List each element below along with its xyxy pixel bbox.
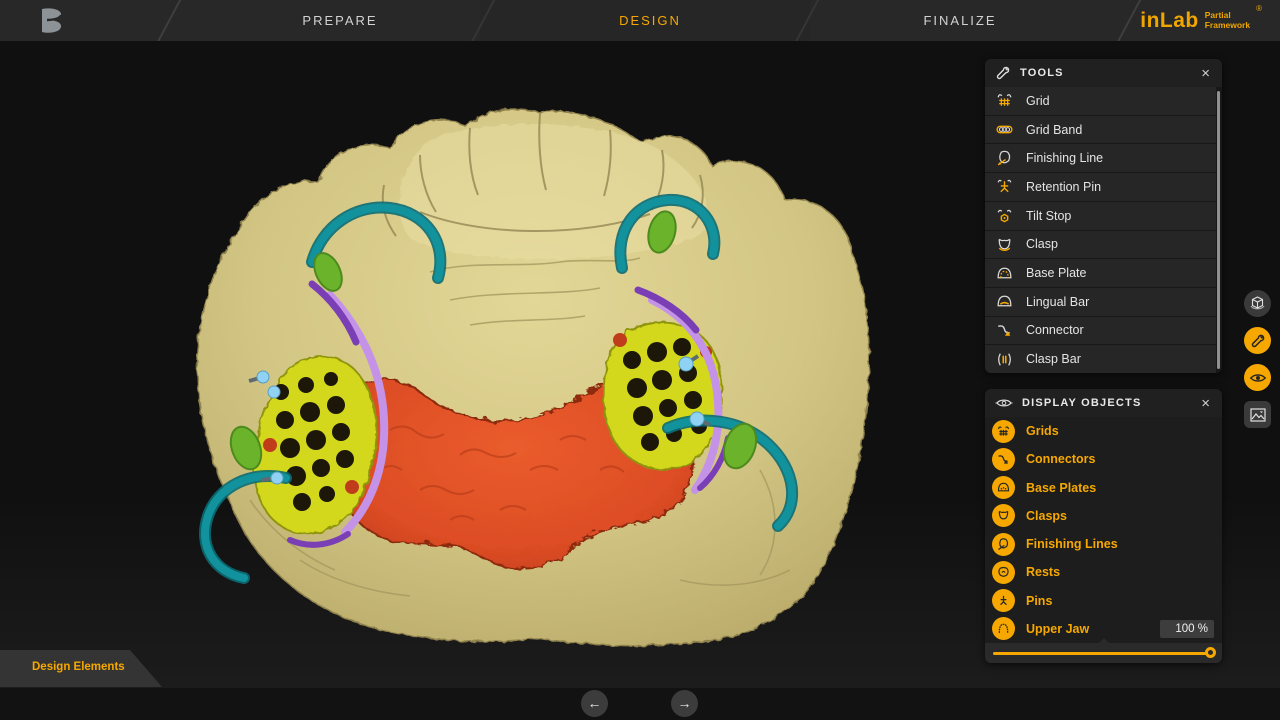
- brand-product-line2: Framework: [1205, 21, 1250, 31]
- tool-item-finishing-line[interactable]: Finishing Line: [985, 144, 1216, 172]
- tools-scrollbar[interactable]: [1217, 91, 1220, 369]
- tilt-stop-icon: [995, 206, 1014, 225]
- lingual-bar-icon: [995, 292, 1014, 311]
- clasps-icon: [992, 504, 1015, 527]
- display-objects-toggle-button[interactable]: [1244, 364, 1271, 391]
- clasp-bar-icon: [995, 350, 1014, 369]
- wrench-icon: [1250, 333, 1266, 349]
- tool-item-connector[interactable]: Connector: [985, 317, 1216, 345]
- display-item-clasps[interactable]: Clasps: [985, 502, 1222, 530]
- tools-panel: TOOLS × Grid Grid Band F: [985, 59, 1222, 373]
- slider-knob[interactable]: [1205, 647, 1216, 658]
- tool-item-lingual-bar[interactable]: Lingual Bar: [985, 288, 1216, 316]
- connector-icon: [995, 321, 1014, 340]
- tool-item-clasp[interactable]: Clasp: [985, 231, 1216, 259]
- undo-button[interactable]: ←: [581, 690, 608, 717]
- upper-jaw-opacity-slider[interactable]: [985, 643, 1222, 663]
- display-item-base-plates[interactable]: Base Plates: [985, 474, 1222, 502]
- display-item-pins[interactable]: Pins: [985, 587, 1222, 615]
- tools-toggle-button[interactable]: [1244, 327, 1271, 354]
- inlab-wordmark: inLab: [1140, 9, 1199, 33]
- registered-mark: ®: [1256, 4, 1262, 13]
- clasp-icon: [995, 235, 1014, 254]
- image-icon: [1250, 408, 1266, 422]
- display-panel-title: DISPLAY OBJECTS: [1022, 397, 1190, 409]
- bottom-bar: [0, 688, 1280, 720]
- top-bar: PREPARE DESIGN FINALIZE inLab Partial Fr…: [0, 0, 1280, 41]
- tool-item-tilt-stop[interactable]: Tilt Stop: [985, 202, 1216, 230]
- connectors-icon: [992, 448, 1015, 471]
- tools-panel-title: TOOLS: [1020, 67, 1190, 79]
- grid-band-icon: [995, 120, 1014, 139]
- view-cube-button[interactable]: [1244, 290, 1271, 317]
- tool-item-retention-pin[interactable]: Retention Pin: [985, 173, 1216, 201]
- tool-item-base-plate[interactable]: Base Plate: [985, 259, 1216, 287]
- finishing-lines-icon: [992, 533, 1015, 556]
- tool-item-clasp-bar[interactable]: Clasp Bar: [985, 345, 1216, 373]
- upper-jaw-icon: [992, 617, 1015, 640]
- display-close-icon[interactable]: ×: [1199, 396, 1212, 411]
- upper-jaw-opacity-value: 100 %: [1160, 620, 1214, 638]
- redo-button[interactable]: →: [671, 690, 698, 717]
- slider-notch: [1099, 638, 1109, 643]
- design-elements-label: Design Elements: [32, 661, 125, 673]
- finishing-line-icon: [995, 149, 1014, 168]
- topbar-divider: [156, 0, 181, 44]
- grid-icon: [995, 91, 1014, 110]
- display-panel-header: DISPLAY OBJECTS ×: [985, 389, 1222, 417]
- tab-prepare[interactable]: PREPARE: [230, 0, 450, 41]
- display-item-finishing-lines[interactable]: Finishing Lines: [985, 530, 1222, 558]
- retention-pin-icon: [995, 177, 1014, 196]
- pins-icon: [992, 589, 1015, 612]
- rests-icon: [992, 561, 1015, 584]
- tools-panel-header: TOOLS ×: [985, 59, 1222, 87]
- eye-icon: [1249, 371, 1267, 385]
- eye-icon: [995, 396, 1013, 410]
- display-item-rests[interactable]: Rests: [985, 558, 1222, 586]
- sirona-logo: [38, 8, 66, 34]
- display-item-connectors[interactable]: Connectors: [985, 445, 1222, 473]
- tool-item-grid-band[interactable]: Grid Band: [985, 116, 1216, 144]
- tool-item-grid[interactable]: Grid: [985, 87, 1216, 115]
- display-objects-panel: DISPLAY OBJECTS × Grids Connectors Base …: [985, 389, 1222, 663]
- wrench-icon: [995, 65, 1011, 81]
- tab-finalize[interactable]: FINALIZE: [850, 0, 1070, 41]
- grids-icon: [992, 420, 1015, 443]
- inlab-brand: inLab Partial Framework ®: [1140, 0, 1262, 41]
- screenshot-button[interactable]: [1244, 401, 1271, 428]
- base-plates-icon: [992, 476, 1015, 499]
- slider-track[interactable]: [993, 652, 1208, 655]
- tools-close-icon[interactable]: ×: [1199, 66, 1212, 81]
- tab-design[interactable]: DESIGN: [540, 0, 760, 41]
- cube-icon: [1249, 295, 1266, 312]
- topbar-divider: [1116, 0, 1141, 44]
- display-item-grids[interactable]: Grids: [985, 417, 1222, 445]
- base-plate-icon: [995, 264, 1014, 283]
